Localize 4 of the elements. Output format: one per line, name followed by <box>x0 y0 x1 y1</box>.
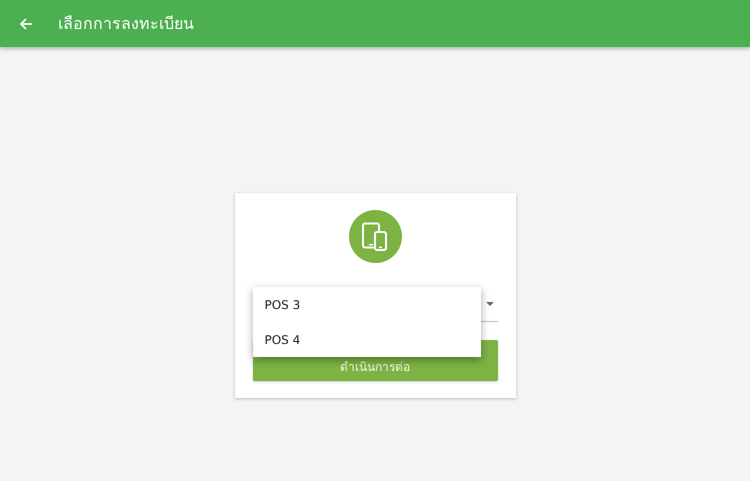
caret-icon <box>486 302 494 306</box>
screen-title: เลือกการลงทะเบียน <box>58 13 194 35</box>
menu-item[interactable]: POS 3 <box>252 287 480 322</box>
back-arrow-icon <box>19 16 33 30</box>
